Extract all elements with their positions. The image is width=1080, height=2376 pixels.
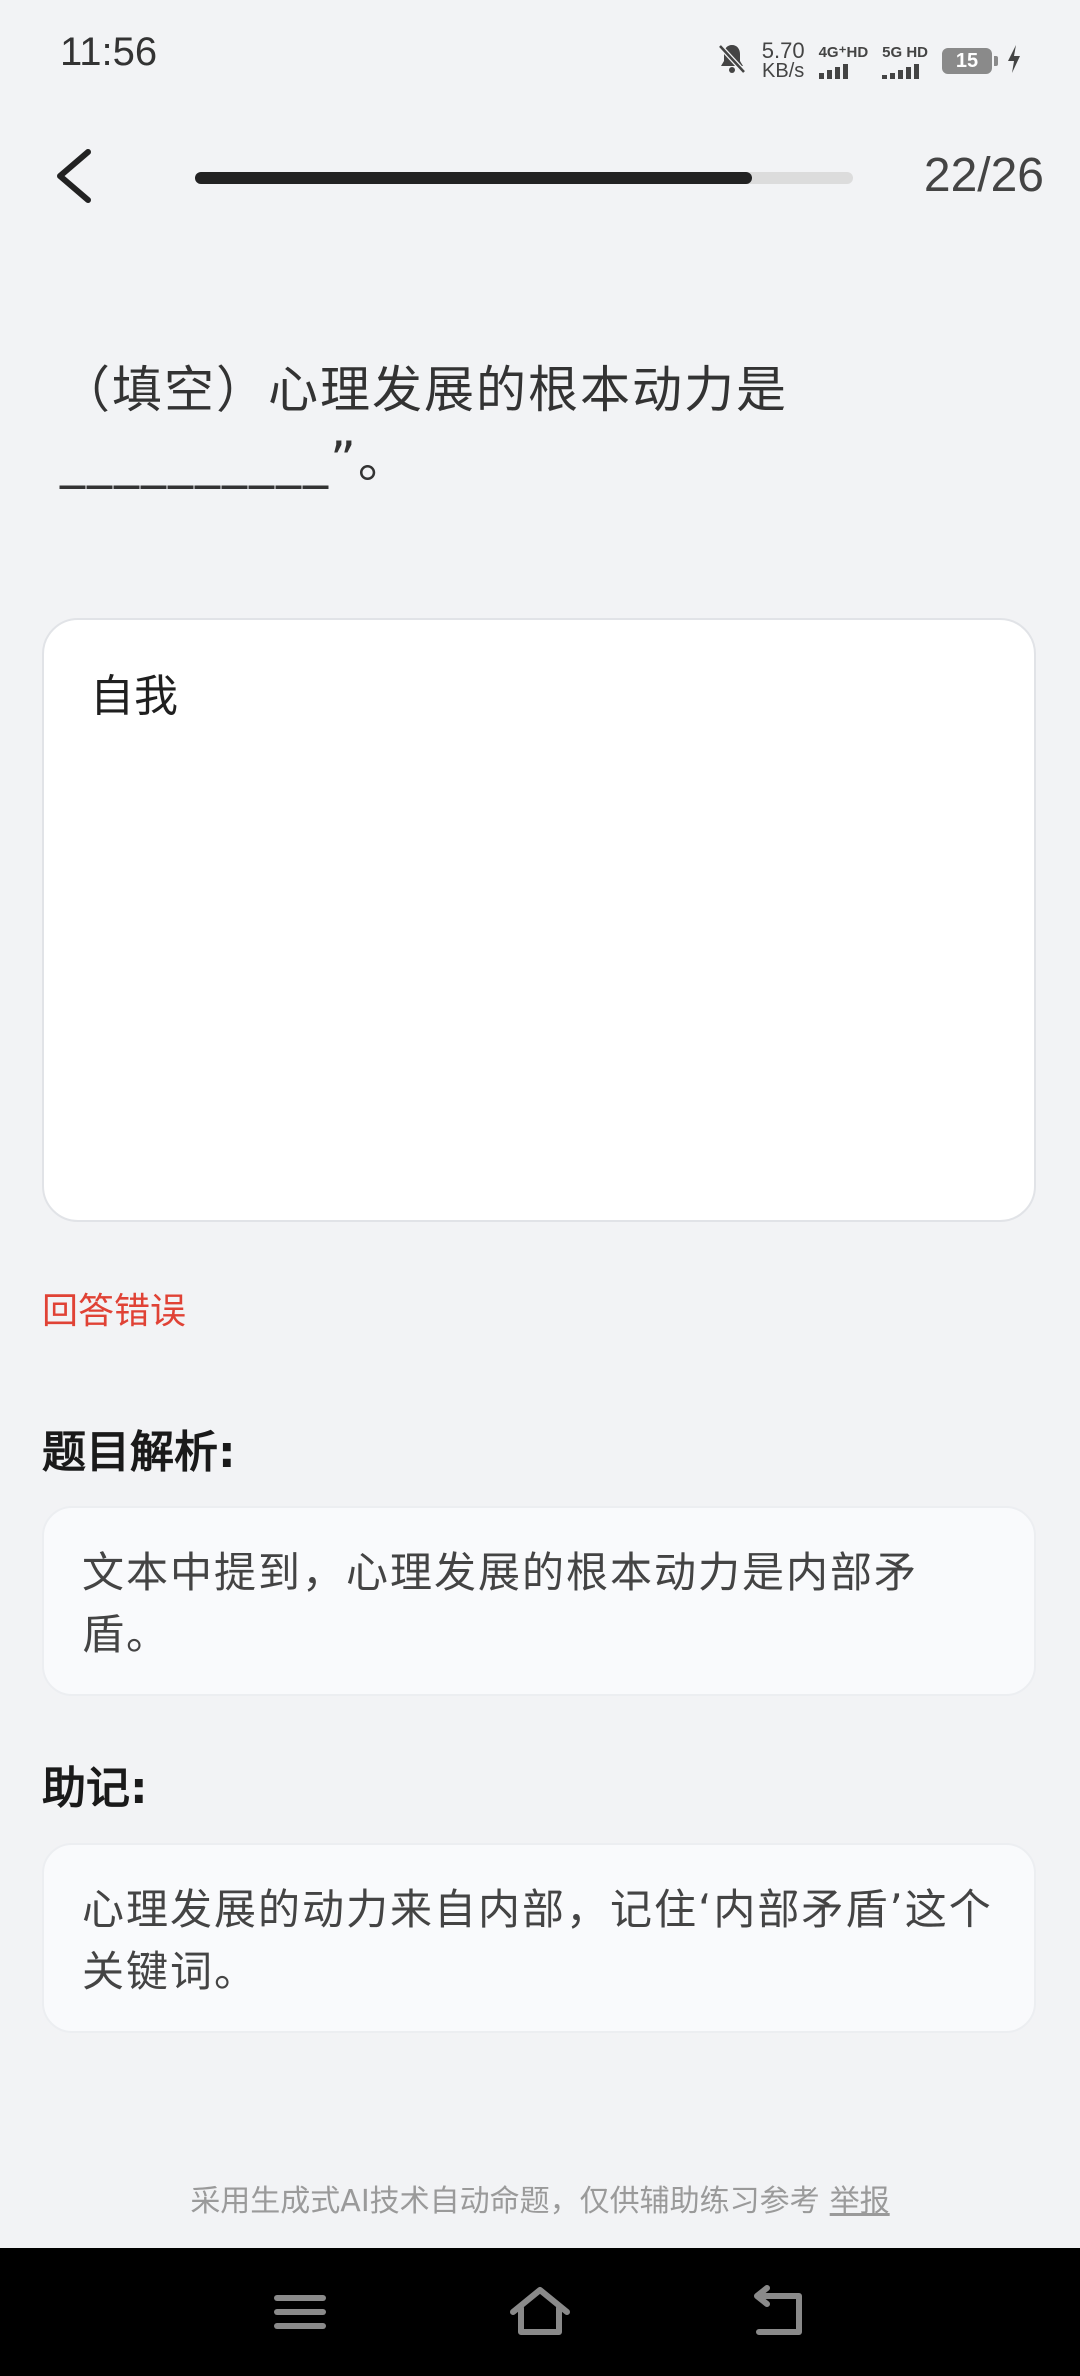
back-button[interactable]: [44, 140, 114, 210]
sim1-label: 4G⁺HD: [818, 44, 869, 61]
net-speed: 5.70 KB/s: [761, 38, 805, 82]
mnemonic-card: 心理发展的动力来自内部，记住‘内部矛盾’这个关键词。: [42, 1843, 1036, 2033]
chevron-left-icon: [57, 149, 91, 203]
analysis-title: 题目解析:: [42, 1427, 236, 1478]
mute-bell-icon: [716, 42, 748, 80]
menu-icon: [274, 2295, 326, 2329]
progress-counter: 22/26: [923, 149, 1044, 202]
back-nav-button[interactable]: [745, 2282, 815, 2342]
menu-button[interactable]: [265, 2282, 335, 2342]
progress-bar: [195, 172, 853, 184]
return-icon: [754, 2285, 802, 2335]
analysis-text: 文本中提到，心理发展的根本动力是内部矛盾。: [82, 1548, 919, 1659]
signal-bars-icon: [882, 63, 920, 79]
system-nav-bar: [0, 2248, 1080, 2376]
status-time: 11:56: [60, 30, 158, 74]
question-text: （填空）心理发展的根本动力是__________”。: [60, 361, 788, 489]
mnemonic-text: 心理发展的动力来自内部，记住‘内部矛盾’这个关键词。: [82, 1885, 993, 1996]
answer-input[interactable]: 自我: [42, 618, 1036, 1222]
answer-value: 自我: [90, 671, 178, 722]
analysis-card: 文本中提到，心理发展的根本动力是内部矛盾。: [42, 1506, 1036, 1696]
sim1-signal: 4G⁺HD: [818, 43, 869, 79]
home-icon: [510, 2287, 570, 2335]
charging-icon: [1006, 44, 1022, 78]
home-button[interactable]: [505, 2282, 575, 2342]
disclaimer: 采用生成式AI技术自动命题，仅供辅助练习参考 举报: [0, 2176, 1080, 2220]
disclaimer-text: 采用生成式AI技术自动命题，仅供辅助练习参考: [190, 2184, 820, 2219]
net-speed-value: 5.70: [761, 38, 805, 63]
mnemonic-title: 助记:: [42, 1763, 148, 1814]
sim2-label: 5G HD: [882, 43, 928, 61]
signal-bars-icon: [818, 64, 848, 79]
status-bar: 11:56 5.70 KB/s 4G⁺HD 5G HD 15: [0, 0, 1080, 110]
report-link[interactable]: 举报: [830, 2184, 890, 2219]
progress-fill: [195, 172, 752, 184]
battery-icon: 15: [942, 48, 998, 74]
net-speed-unit: KB/s: [762, 60, 805, 82]
status-icons: 5.70 KB/s 4G⁺HD 5G HD 15: [716, 36, 1022, 86]
sim2-signal: 5G HD: [882, 44, 928, 79]
result-status: 回答错误: [42, 1291, 187, 1332]
